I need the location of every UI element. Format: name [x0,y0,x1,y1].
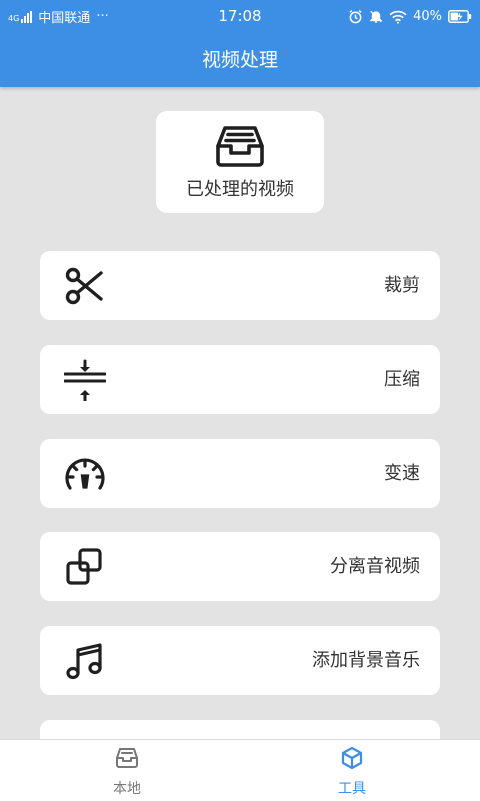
speedometer-icon [65,458,105,490]
music-icon [66,643,102,680]
tool-crop-button[interactable]: 裁剪 [40,251,440,320]
tool-speed-button[interactable]: 变速 [40,439,440,508]
battery-charging-icon [448,10,472,23]
nav-local[interactable]: 本地 [67,740,187,801]
alarm-icon [349,10,362,24]
processed-videos-button[interactable]: 已处理的视频 [156,111,324,213]
tool-music-button[interactable]: 添加背景音乐 [40,626,440,695]
tool-crop-label: 裁剪 [384,275,420,296]
app-bar: 视频处理 [0,33,480,87]
separate-icon [66,548,102,585]
page-title: 视频处理 [201,49,278,71]
tool-compress-button[interactable]: 压缩 [40,345,440,414]
processed-videos-label: 已处理的视频 [186,179,294,200]
scissors-icon [65,267,103,305]
tool-separate-label: 分离音视频 [330,556,420,577]
inbox-tray-icon [216,126,264,167]
cube-icon [341,746,363,770]
nav-tools-label: 工具 [338,781,366,797]
tool-separate-button[interactable]: 分离音视频 [40,532,440,601]
inbox-icon [116,748,138,768]
tool-speed-label: 变速 [384,463,420,484]
bottom-nav: 本地 工具 [0,739,480,801]
nav-tools[interactable]: 工具 [292,740,412,801]
nav-local-label: 本地 [113,781,141,797]
mute-icon [369,10,383,23]
status-bar: 4G 中国联通 ··· 17:08 40% [0,0,480,33]
tool-music-label: 添加背景音乐 [312,650,420,671]
battery-percent: 40% [413,9,442,24]
compress-icon [64,359,106,401]
tool-compress-label: 压缩 [384,369,420,390]
wifi-icon [389,10,407,24]
status-bar-right: 40% [348,0,472,33]
